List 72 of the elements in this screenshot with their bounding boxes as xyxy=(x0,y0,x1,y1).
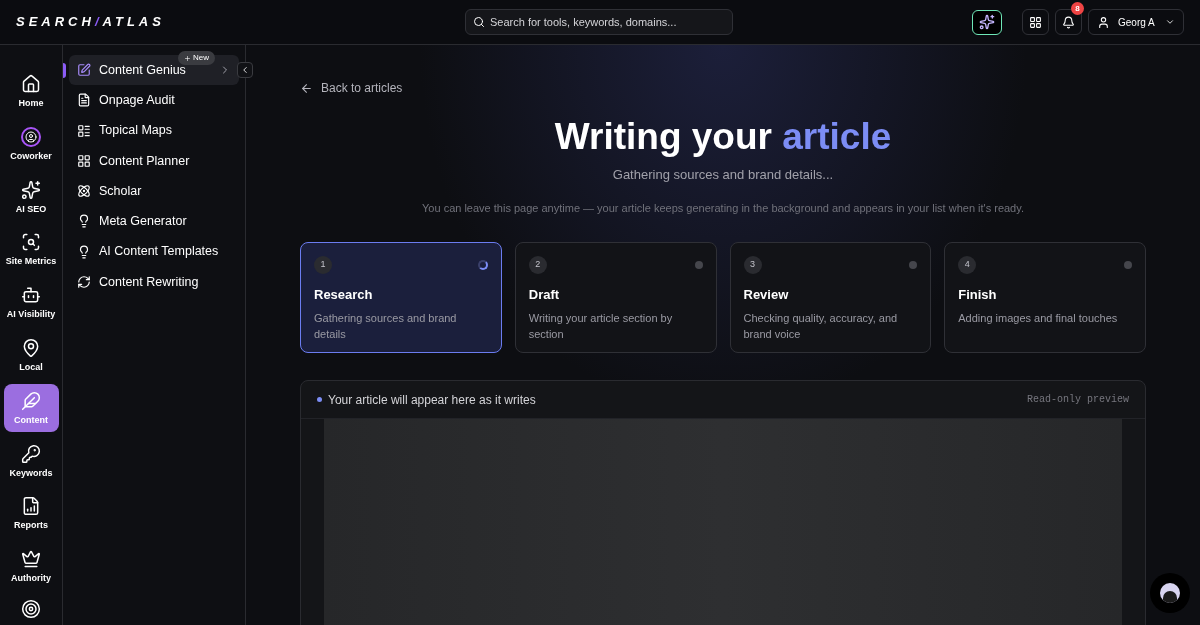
submenu-item[interactable]: Content Planner xyxy=(69,145,239,176)
rail-item[interactable]: Authority xyxy=(3,542,59,591)
rail-item[interactable]: Content xyxy=(3,383,59,432)
step-title: Research xyxy=(314,286,374,304)
report-icon xyxy=(21,496,41,517)
rail-item[interactable]: Coworker xyxy=(3,119,59,168)
step-description: Checking quality, accuracy, and brand voice xyxy=(743,310,899,342)
back-link[interactable]: Back to articles xyxy=(300,79,403,97)
grid-icon xyxy=(1029,15,1042,29)
map-pin-icon xyxy=(21,337,41,358)
step-number: 4 xyxy=(958,256,977,274)
step-title: Finish xyxy=(958,286,998,304)
step-number: 3 xyxy=(743,256,762,274)
page-heading: Writing your article xyxy=(554,115,892,159)
step-description: Adding images and final touches xyxy=(958,310,1119,326)
target-icon xyxy=(21,599,41,620)
crown-icon xyxy=(21,549,41,570)
preview-title: Your article will appear here as it writes xyxy=(328,391,536,409)
refresh-icon xyxy=(77,275,91,290)
step-number: 2 xyxy=(528,256,547,274)
step-description: Gathering sources and brand details xyxy=(314,310,458,342)
subtitle: Gathering sources and brand details... xyxy=(612,166,834,184)
spinner-icon xyxy=(477,260,488,270)
search-icon xyxy=(473,16,485,28)
sparkle-icon xyxy=(979,14,995,30)
edit-icon xyxy=(77,63,91,77)
lightbulb-icon xyxy=(77,244,91,259)
user-icon xyxy=(1097,15,1110,29)
bell-icon xyxy=(1062,15,1075,29)
submenu-item[interactable]: Topical Maps xyxy=(69,115,239,146)
submenu-item[interactable]: Scholar xyxy=(69,176,239,207)
sparkle-button[interactable] xyxy=(972,9,1002,35)
apps-button[interactable] xyxy=(1022,9,1049,35)
user-menu[interactable]: Georg A xyxy=(1088,9,1184,35)
chat-button[interactable] xyxy=(1150,573,1190,613)
lightbulb-icon xyxy=(77,214,91,229)
logo: SEARCH/ATLAS xyxy=(16,13,166,32)
avatar-ring-icon xyxy=(21,126,41,147)
submenu-item[interactable]: Content Rewriting xyxy=(69,267,239,298)
collapse-button[interactable] xyxy=(237,62,253,78)
submenu-item[interactable]: Onpage Audit xyxy=(69,85,239,116)
rail-item[interactable]: Site Metrics xyxy=(3,225,59,274)
notification-count: 8 xyxy=(1071,2,1084,15)
document-icon xyxy=(77,93,91,108)
chevron-left-icon xyxy=(240,65,250,75)
key-icon xyxy=(21,443,41,464)
grid-icon xyxy=(77,153,91,168)
rail-item[interactable]: AI SEO xyxy=(3,172,59,221)
avatar-icon xyxy=(1160,583,1180,603)
submenu-item[interactable]: AI Content Templates xyxy=(69,236,239,267)
magnifier-icon xyxy=(21,232,41,253)
rail-item[interactable]: AI Visibility xyxy=(3,278,59,327)
home-icon xyxy=(21,73,41,94)
step-title: Review xyxy=(743,286,790,304)
caret-icon xyxy=(1165,17,1175,27)
feather-icon xyxy=(21,390,41,411)
rail-item[interactable]: Home xyxy=(3,67,59,115)
rail-item[interactable]: Reports xyxy=(3,489,59,538)
atom-icon xyxy=(77,184,91,199)
step-title: Draft xyxy=(528,286,561,304)
step-number: 1 xyxy=(314,256,332,274)
step-description: Writing your article section by section xyxy=(528,310,674,342)
list-icon xyxy=(77,123,91,138)
info-note: You can leave this page anytime — your article keeps generating in the background and appears in your list when it's ready. xyxy=(422,200,1024,216)
search-field[interactable]: Search for tools, keywords, domains... xyxy=(465,9,733,35)
arrow-left-icon xyxy=(300,81,313,95)
rail-item[interactable]: Keywords xyxy=(3,436,59,485)
sparkles-icon xyxy=(21,179,41,200)
preview-mode: Read-only preview xyxy=(1026,393,1129,407)
rail-item[interactable]: Local xyxy=(3,331,59,379)
new-badge: New xyxy=(178,51,215,65)
submenu-item[interactable]: Meta Generator xyxy=(69,206,239,237)
